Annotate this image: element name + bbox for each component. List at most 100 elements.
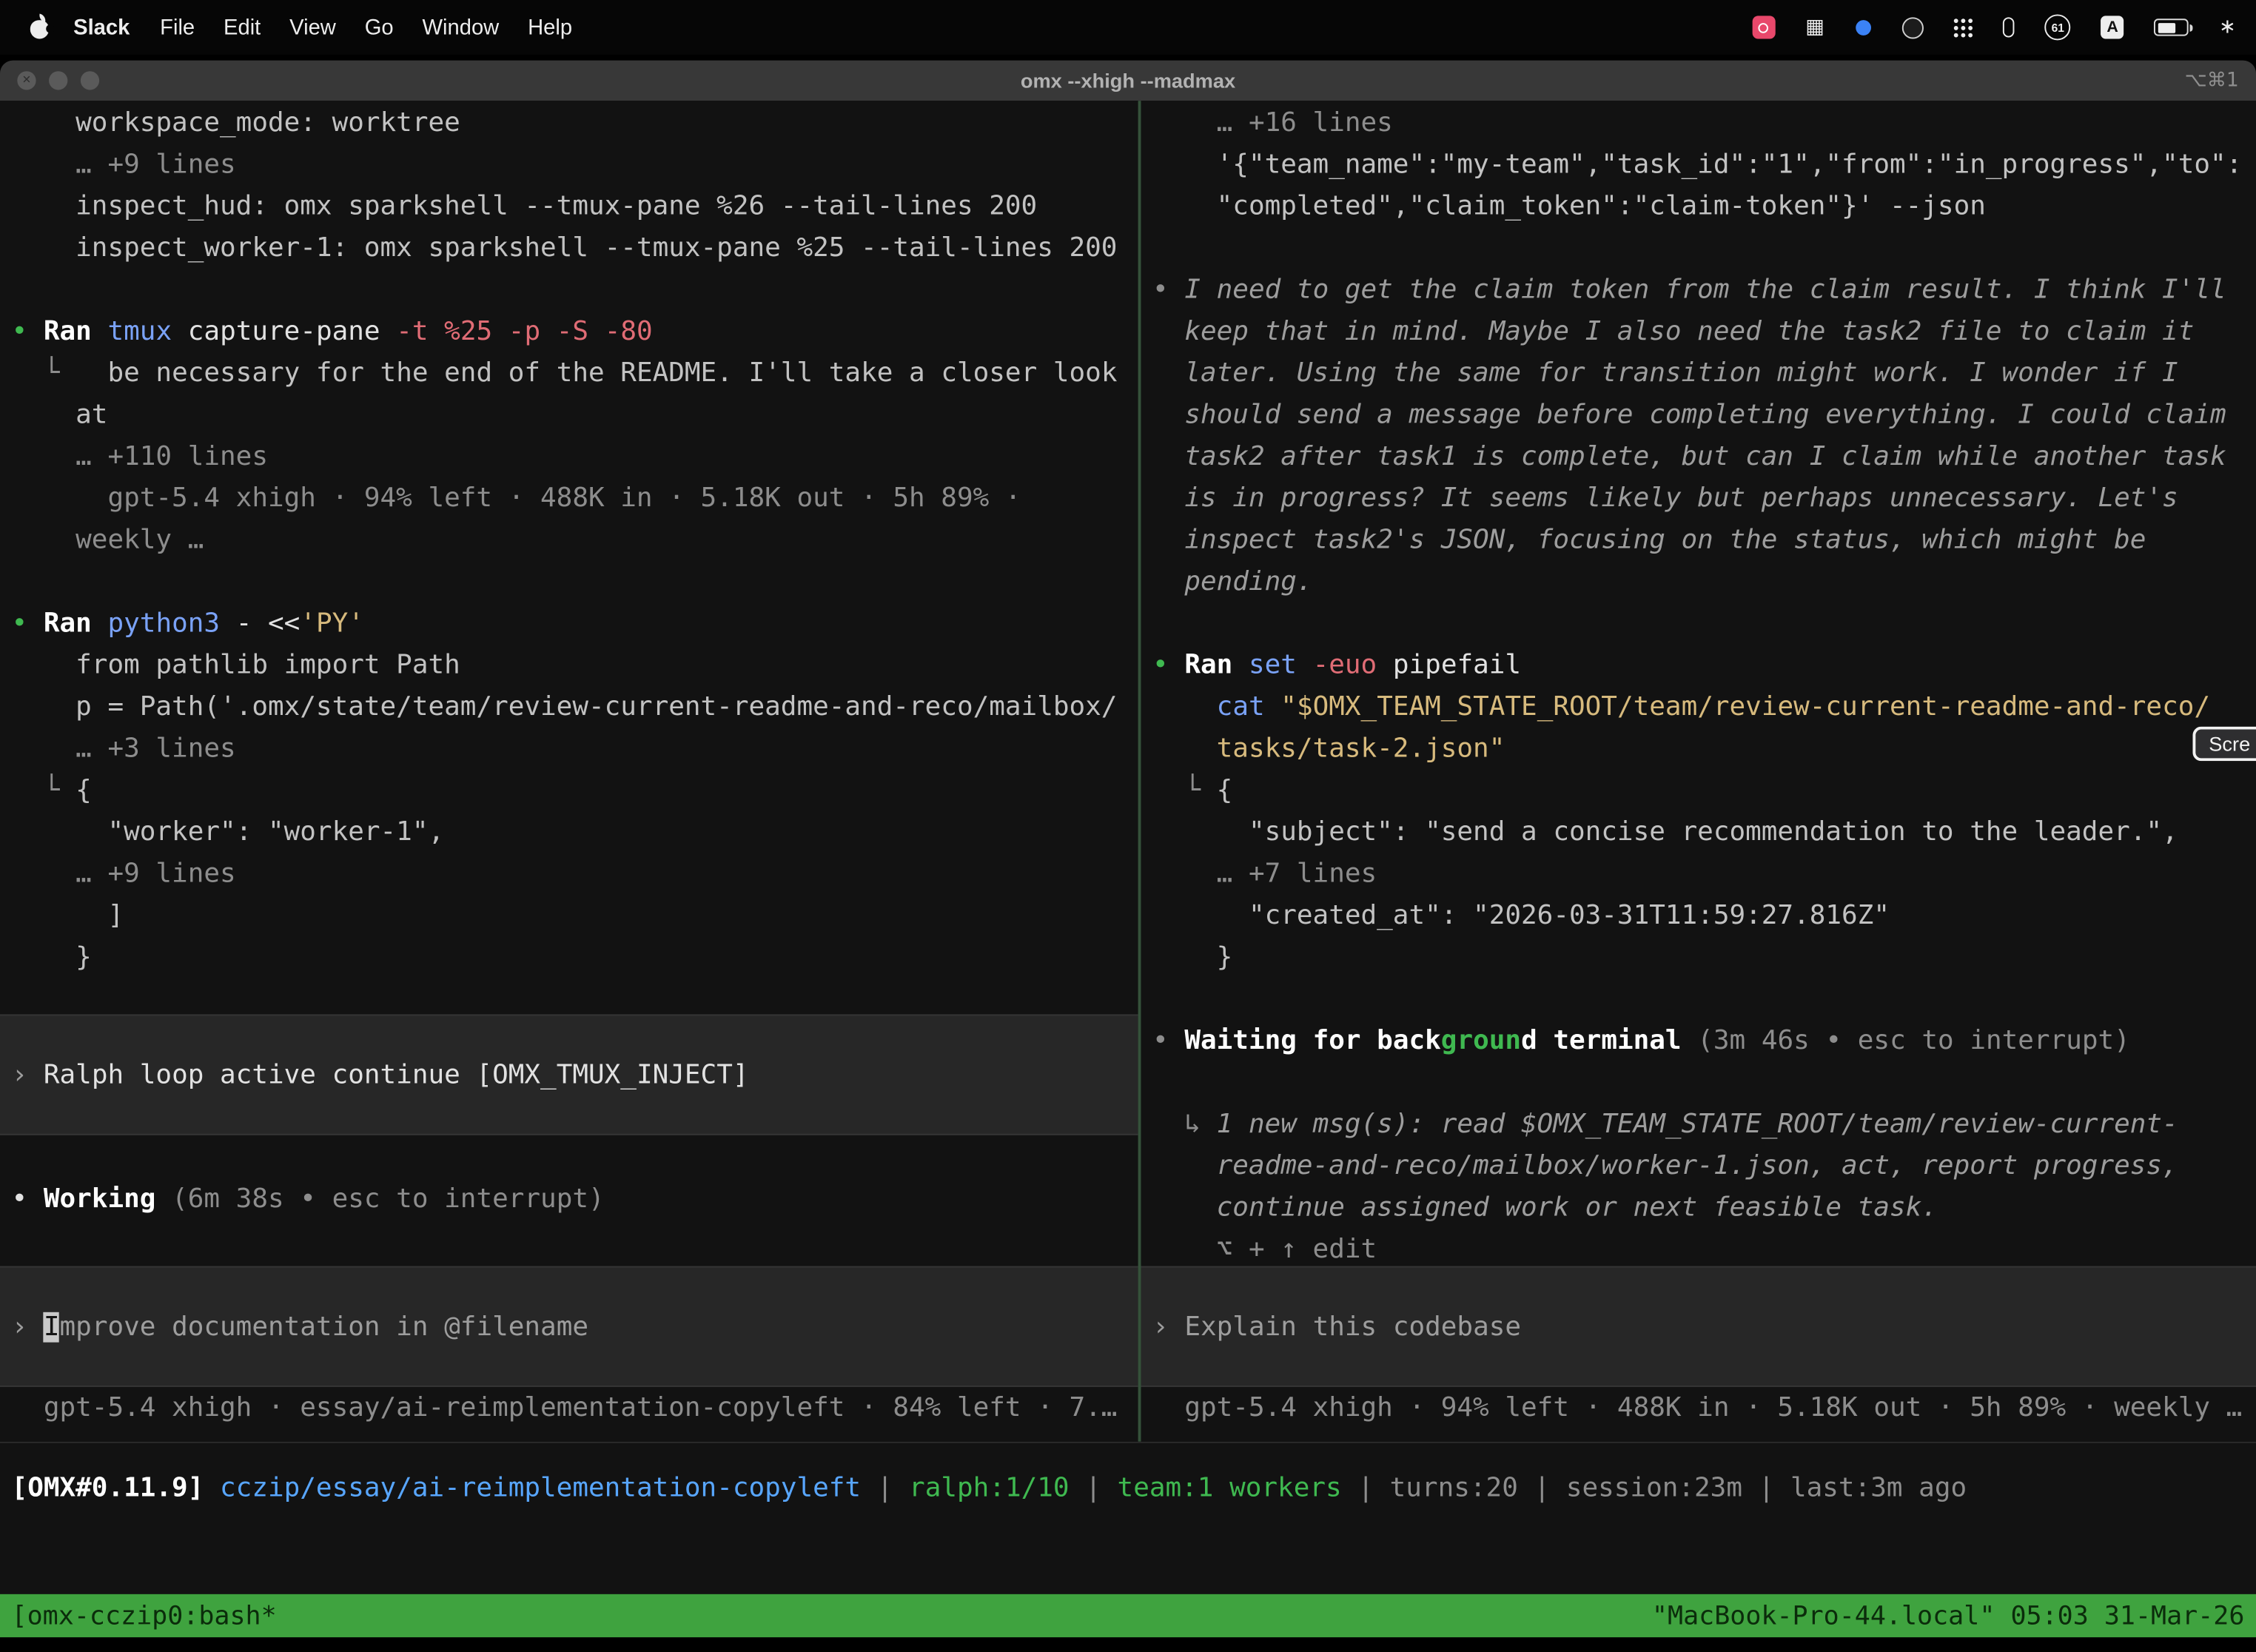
terminal-line bbox=[1152, 602, 2256, 644]
text-segment: | bbox=[1742, 1474, 1790, 1504]
battery-icon[interactable] bbox=[2155, 19, 2189, 36]
text-segment: python3 bbox=[107, 608, 220, 639]
window-title-bar[interactable]: × omx --xhigh --madmax ⌥⌘1 bbox=[0, 61, 2256, 101]
text-segment: be necessary for the end of the README. … bbox=[75, 358, 1117, 389]
terminal-line: later. Using the same for transition mig… bbox=[1152, 352, 2256, 394]
terminal-line: keep that in mind. Maybe I also need the… bbox=[1152, 311, 2256, 352]
text-segment: … +110 lines bbox=[12, 442, 268, 472]
terminal-line bbox=[1152, 1062, 2256, 1104]
text-segment: gpt-5.4 xhigh · 94% left · 488K in · 5.1… bbox=[12, 483, 1021, 514]
apple-menu-icon[interactable] bbox=[29, 14, 52, 40]
terminal-line: • Working (6m 38s • esc to interrupt) bbox=[12, 1178, 1138, 1220]
text-segment: › bbox=[12, 1312, 44, 1342]
terminal-line: … +16 lines bbox=[1152, 102, 2256, 144]
recording-dot bbox=[1759, 22, 1769, 33]
text-segment: Ran bbox=[44, 608, 108, 639]
terminal-line: "worker": "worker-1", bbox=[12, 811, 1138, 853]
terminal-line bbox=[12, 561, 1138, 602]
terminal-line: › Improve documentation in @filename bbox=[12, 1306, 588, 1347]
text-segment: from pathlib import Path bbox=[12, 651, 460, 681]
text-segment: capture-pane bbox=[172, 317, 396, 347]
text-segment: team:1 workers bbox=[1118, 1474, 1342, 1504]
text-segment: '{"team_name":"my-team","task_id":"1","f… bbox=[1152, 150, 2242, 180]
text-segment: inspect_hud: omx sparkshell --tmux-pane … bbox=[12, 192, 1038, 222]
terminal-line: • I need to get the claim token from the… bbox=[1152, 269, 2256, 311]
text-segment: p = Path('.omx/state/team/review-current… bbox=[12, 692, 1118, 722]
menu-window[interactable]: Window bbox=[408, 15, 514, 39]
terminal-line: inspect_worker-1: omx sparkshell --tmux-… bbox=[12, 227, 1138, 269]
text-segment: later. Using the same for transition mig… bbox=[1152, 358, 2178, 389]
terminal-line: ] bbox=[12, 895, 1138, 936]
text-segment: turns:20 bbox=[1390, 1474, 1518, 1504]
right-terminal-pane[interactable]: … +16 lines '{"team_name":"my-team","tas… bbox=[1141, 101, 2256, 1442]
text-segment: } bbox=[1152, 942, 1232, 973]
terminal-line: task2 after task1 is complete, but can I… bbox=[1152, 436, 2256, 477]
menu-go[interactable]: Go bbox=[350, 15, 408, 39]
terminal-line: at bbox=[12, 394, 1138, 436]
menu-app-name[interactable]: Slack bbox=[58, 15, 146, 39]
terminal-line: "completed","claim_token":"claim-token"}… bbox=[1152, 186, 2256, 227]
terminal-line: … +7 lines bbox=[1152, 853, 2256, 895]
text-segment: groun bbox=[1441, 1026, 1521, 1056]
battery-percent-value: 61 bbox=[2052, 21, 2064, 33]
terminal-line: pending. bbox=[1152, 561, 2256, 602]
menu-bar-status-icons: ▦ ● 61 A ∗ bbox=[1752, 14, 2256, 40]
status-line-text: [OMX#0.11.9] cczip/essay/ai-reimplementa… bbox=[12, 1468, 2256, 1509]
text-segment: "$OMX_TEAM_STATE_ROOT/team/review-curren… bbox=[1280, 692, 2210, 722]
text-segment: d terminal bbox=[1521, 1026, 1682, 1056]
menu-help[interactable]: Help bbox=[514, 15, 587, 39]
text-segment: ⌥ + ↑ edit bbox=[1152, 1235, 1377, 1265]
text-segment: { bbox=[1217, 776, 1233, 806]
text-segment: tasks/task-2.json" bbox=[1152, 733, 1505, 764]
text-segment: continue assigned work or next feasible … bbox=[1152, 1192, 1938, 1223]
text-segment: • bbox=[1152, 275, 1184, 305]
terminal-line: └ { bbox=[1152, 770, 2256, 811]
ralph-loop-banner[interactable]: › Ralph loop active continue [OMX_TMUX_I… bbox=[0, 1014, 1138, 1135]
text-segment: inspect_worker-1: omx sparkshell --tmux-… bbox=[12, 233, 1118, 263]
text-segment: weekly … bbox=[12, 526, 204, 556]
screen-recording-indicator-icon[interactable] bbox=[1752, 16, 1775, 38]
menu-file[interactable]: File bbox=[146, 15, 209, 39]
terminal-line: inspect_hud: omx sparkshell --tmux-pane … bbox=[12, 186, 1138, 227]
close-button[interactable]: × bbox=[17, 71, 36, 90]
text-segment: I bbox=[44, 1312, 60, 1342]
screenshot-tooltip-label: Scre bbox=[2209, 732, 2250, 755]
text-segment: I need to get the claim token from the c… bbox=[1184, 275, 2226, 305]
tmux-status-bar[interactable]: [omx-cczip0:bash* "MacBook-Pro-44.local"… bbox=[0, 1594, 2256, 1637]
terminal-line: is in progress? It seems likely but perh… bbox=[1152, 477, 2256, 519]
prompt-suggestion[interactable]: › Explain this codebase bbox=[1141, 1266, 2256, 1387]
prompt-input[interactable]: › Improve documentation in @filename bbox=[0, 1266, 1138, 1387]
input-source-letter: A bbox=[2106, 19, 2118, 36]
key-icon[interactable] bbox=[2003, 17, 2015, 37]
zoom-button[interactable] bbox=[81, 71, 99, 90]
grid-icon[interactable]: ▦ bbox=[1805, 17, 1824, 37]
text-segment: └ bbox=[12, 358, 76, 389]
text-segment: tmux bbox=[107, 317, 172, 347]
window-shortcut-hint: ⌥⌘1 bbox=[2184, 69, 2238, 92]
battery-nub bbox=[2189, 24, 2193, 31]
left-terminal-pane[interactable]: workspace_mode: worktree … +9 lines insp… bbox=[0, 101, 1138, 1442]
terminal-line: p = Path('.omx/state/team/review-current… bbox=[12, 686, 1138, 728]
dark-circle-app-icon[interactable] bbox=[1902, 16, 1924, 38]
terminal-line: • Ran python3 - <<'PY' bbox=[12, 602, 1138, 644]
screenshot-tooltip[interactable]: Scre bbox=[2193, 727, 2256, 762]
text-segment: ralph:1/10 bbox=[909, 1474, 1070, 1504]
asterisk-icon[interactable]: ∗ bbox=[2219, 17, 2236, 37]
battery-percentage-icon[interactable]: 61 bbox=[2045, 14, 2071, 40]
text-segment: task2 after task1 is complete, but can I… bbox=[1152, 442, 2226, 472]
minimize-button[interactable] bbox=[49, 71, 67, 90]
dots-grid-icon[interactable] bbox=[1954, 18, 1973, 36]
text-segment: "subject": "send a concise recommendatio… bbox=[1152, 817, 2178, 847]
input-source-icon[interactable]: A bbox=[2101, 16, 2124, 38]
menu-view[interactable]: View bbox=[275, 15, 351, 39]
text-segment: keep that in mind. Maybe I also need the… bbox=[1152, 317, 2194, 347]
blue-app-icon[interactable]: ● bbox=[1855, 17, 1873, 37]
terminal-line bbox=[1152, 227, 2256, 269]
terminal-area: workspace_mode: worktree … +9 lines insp… bbox=[0, 101, 2256, 1442]
text-segment: › bbox=[12, 1060, 44, 1090]
text-segment: -t %25 -p -S -80 bbox=[396, 317, 652, 347]
text-segment: - << bbox=[220, 608, 300, 639]
text-segment: … +7 lines bbox=[1152, 859, 1377, 889]
desktop-screen: Slack File Edit View Go Window Help ▦ ● … bbox=[0, 0, 2256, 1652]
menu-edit[interactable]: Edit bbox=[209, 15, 275, 39]
